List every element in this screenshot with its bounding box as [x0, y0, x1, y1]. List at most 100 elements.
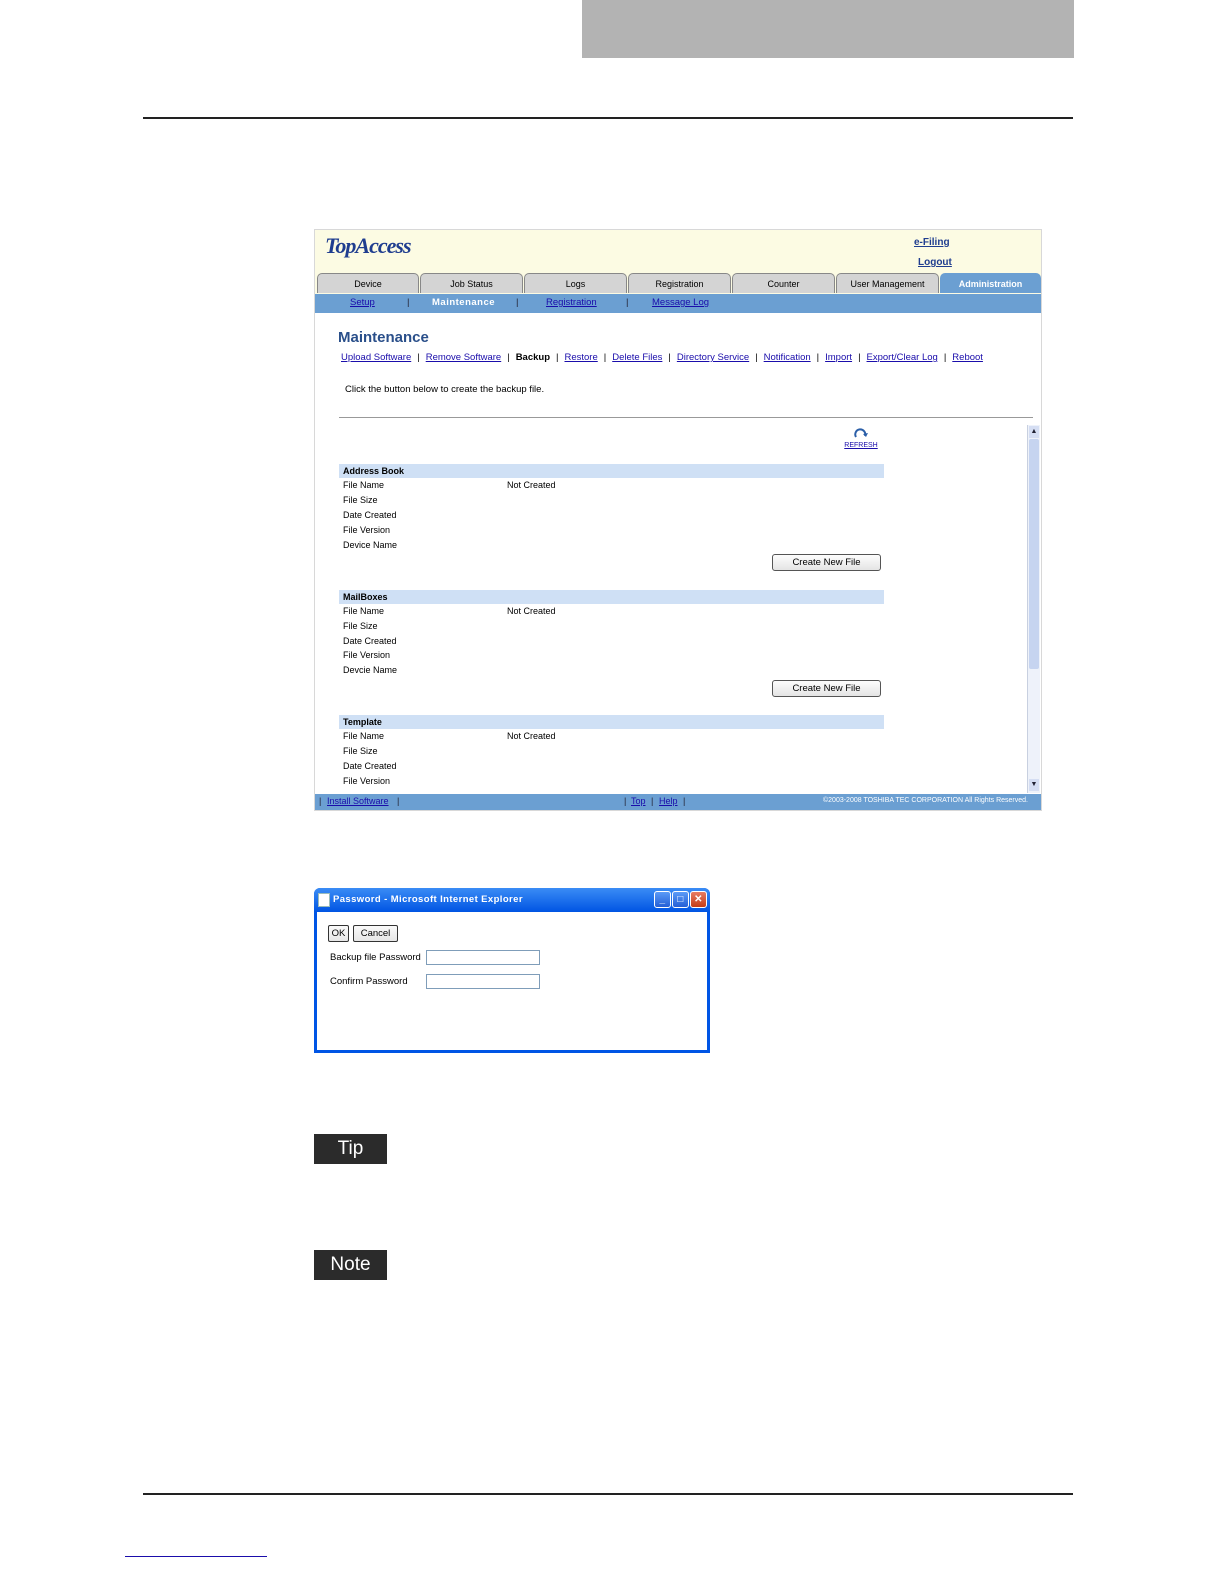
field-label: File Version — [343, 525, 391, 535]
tab-device[interactable]: Device — [317, 273, 419, 293]
section-address-book-header: Address Book — [339, 464, 884, 478]
link-upload-software[interactable]: Upload Software — [341, 352, 411, 363]
link-separator: | — [417, 352, 420, 363]
backup-password-label: Backup file Password — [330, 952, 421, 963]
tip-badge: Tip — [314, 1134, 387, 1164]
field-value: Not Created — [507, 480, 556, 490]
note-badge: Note — [314, 1250, 387, 1280]
top-link[interactable]: Top — [631, 796, 646, 806]
dialog-body: OK Cancel Backup file Password Confirm P… — [317, 912, 707, 1050]
field-value: Not Created — [507, 606, 556, 616]
section-template-header: Template — [339, 715, 884, 729]
close-icon[interactable]: ✕ — [690, 891, 707, 908]
field-label: Devcie Name — [343, 665, 398, 675]
link-delete-files[interactable]: Delete Files — [612, 352, 662, 363]
logout-link[interactable]: Logout — [918, 257, 952, 268]
tab-job-status[interactable]: Job Status — [420, 273, 523, 293]
tab-registration[interactable]: Registration — [628, 273, 731, 293]
field-value: Not Created — [507, 731, 556, 741]
link-separator: | — [507, 352, 510, 363]
scroll-down-icon[interactable]: ▼ — [1029, 779, 1039, 791]
footer-separator: | — [683, 796, 686, 806]
field-label: File Name — [343, 606, 385, 616]
create-new-file-button[interactable]: Create New File — [772, 680, 881, 697]
topaccess-footer: | Install Software | | Top | Help | ©200… — [315, 794, 1041, 810]
subnav-maintenance[interactable]: Maintenance — [432, 297, 495, 308]
footer-link-underline — [125, 1556, 267, 1557]
link-separator: | — [816, 352, 820, 363]
link-separator: | — [603, 352, 607, 363]
field-label: Device Name — [343, 540, 398, 550]
page-title: Maintenance — [338, 329, 429, 346]
dialog-title: Password - Microsoft Internet Explorer — [333, 894, 523, 905]
subnav-separator: | — [516, 297, 519, 308]
link-remove-software[interactable]: Remove Software — [426, 352, 502, 363]
ie-window-icon — [318, 893, 330, 907]
field-label: File Version — [343, 776, 391, 786]
footer-separator: | — [624, 796, 627, 806]
confirm-password-input[interactable] — [426, 974, 540, 989]
content-scrollbar[interactable]: ▲ ▼ — [1027, 425, 1040, 793]
link-reboot[interactable]: Reboot — [952, 352, 983, 363]
link-export-clear-log[interactable]: Export/Clear Log — [867, 352, 938, 363]
field-label: File Name — [343, 731, 385, 741]
link-separator: | — [755, 352, 758, 363]
instruction-text: Click the button below to create the bac… — [345, 384, 545, 395]
subnav-separator: | — [407, 297, 410, 308]
footer-separator: | — [397, 796, 400, 806]
footer-separator: | — [651, 796, 654, 806]
backup-password-input[interactable] — [426, 950, 540, 965]
link-restore[interactable]: Restore — [564, 352, 597, 363]
field-label: File Size — [343, 495, 378, 505]
link-notification[interactable]: Notification — [764, 352, 811, 363]
maintenance-links: Upload Software | Remove Software | Backup | R… — [341, 352, 983, 363]
refresh-button[interactable]: REFRESH — [841, 428, 881, 449]
footer-separator: | — [319, 796, 322, 806]
dialog-titlebar[interactable]: Password - Microsoft Internet Explorer _… — [314, 888, 710, 912]
ok-button[interactable]: OK — [328, 925, 349, 942]
subnav-separator: | — [626, 297, 629, 308]
efiling-link[interactable]: e-Filing — [914, 237, 950, 248]
create-new-file-button[interactable]: Create New File — [772, 554, 881, 571]
copyright-text: ©2003-2008 TOSHIBA TEC CORPORATION All R… — [823, 797, 1028, 804]
topaccess-logo: TopAccess — [325, 233, 412, 258]
field-label: Date Created — [343, 761, 397, 771]
subnav-setup[interactable]: Setup — [350, 297, 375, 308]
link-import[interactable]: Import — [825, 352, 852, 363]
link-separator: | — [858, 352, 861, 363]
page-header-bar — [582, 0, 1074, 58]
sub-navigation: Setup | Maintenance | Registration | Mes… — [315, 294, 1041, 313]
link-separator: | — [556, 352, 559, 363]
cancel-button[interactable]: Cancel — [353, 925, 398, 942]
tab-user-management[interactable]: User Management — [836, 273, 939, 293]
refresh-label: REFRESH — [844, 442, 878, 449]
link-backup: Backup — [515, 352, 551, 363]
link-separator: | — [943, 352, 947, 363]
topaccess-header: TopAccess e-Filing Logout — [315, 230, 1041, 273]
field-label: Date Created — [343, 636, 397, 646]
subnav-message-log[interactable]: Message Log — [652, 297, 709, 308]
field-label: File Name — [343, 480, 385, 490]
refresh-icon — [854, 428, 868, 438]
scroll-up-icon[interactable]: ▲ — [1029, 426, 1039, 438]
field-label: Date Created — [343, 510, 397, 520]
topaccess-window: TopAccess e-Filing Logout Device Job Sta… — [314, 229, 1042, 811]
maximize-icon[interactable]: □ — [672, 891, 689, 908]
link-directory-service[interactable]: Directory Service — [677, 352, 749, 363]
tab-logs[interactable]: Logs — [524, 273, 627, 293]
field-label: File Size — [343, 621, 378, 631]
password-dialog: Password - Microsoft Internet Explorer _… — [314, 888, 710, 1053]
tab-counter[interactable]: Counter — [732, 273, 835, 293]
field-label: File Version — [343, 650, 391, 660]
tab-administration[interactable]: Administration — [940, 273, 1041, 293]
section-mailboxes-header: MailBoxes — [339, 590, 884, 604]
link-separator: | — [668, 352, 671, 363]
confirm-password-label: Confirm Password — [330, 976, 408, 987]
help-link[interactable]: Help — [659, 796, 678, 806]
footer-rule — [143, 1493, 1073, 1495]
subnav-registration[interactable]: Registration — [546, 297, 597, 308]
divider — [339, 417, 1033, 418]
minimize-icon[interactable]: _ — [654, 891, 671, 908]
scroll-thumb[interactable] — [1029, 439, 1039, 669]
install-software-link[interactable]: Install Software — [327, 796, 389, 806]
